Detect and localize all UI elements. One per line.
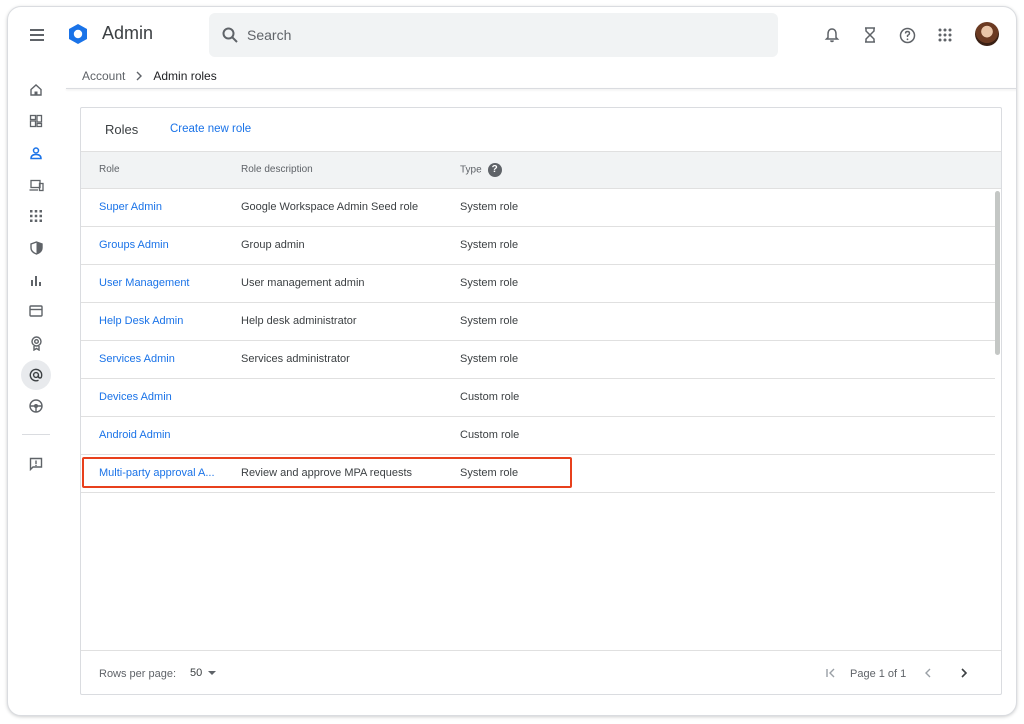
left-rail: [8, 63, 64, 713]
breadcrumb: Account Admin roles: [82, 69, 217, 83]
role-name-link[interactable]: Groups Admin: [99, 239, 169, 251]
header-type: Type?: [460, 163, 502, 177]
notifications-icon[interactable]: [821, 24, 843, 46]
role-name-link[interactable]: Multi-party approval A...: [99, 467, 215, 479]
rail-divider: [22, 434, 50, 435]
page-indicator: Page 1 of 1: [850, 668, 907, 680]
rows-per-page-select[interactable]: 50: [190, 667, 217, 679]
rows-per-page-value: 50: [190, 667, 203, 679]
role-description: Google Workspace Admin Seed role: [241, 201, 419, 213]
first-page-icon[interactable]: [822, 664, 840, 682]
role-type: System role: [460, 239, 519, 251]
search-bar[interactable]: [209, 13, 778, 57]
card-title: Roles: [105, 122, 139, 137]
create-new-role-link[interactable]: Create new role: [170, 123, 251, 135]
breadcrumb-divider: [66, 88, 1016, 89]
security-icon[interactable]: [22, 234, 50, 262]
role-type: Custom role: [460, 429, 520, 441]
avatar[interactable]: [975, 22, 999, 46]
breadcrumb-current: Admin roles: [153, 69, 217, 83]
role-name-link[interactable]: Super Admin: [99, 201, 162, 213]
apps-icon[interactable]: [22, 202, 50, 230]
main-menu-icon[interactable]: [28, 25, 48, 45]
role-name-link[interactable]: Help Desk Admin: [99, 315, 183, 327]
chevron-right-icon: [136, 71, 143, 81]
table-row[interactable]: Groups Admin Group admin System role: [81, 227, 995, 265]
help-icon[interactable]: [896, 24, 918, 46]
role-type: Custom role: [460, 391, 520, 403]
table-row[interactable]: Super Admin Google Workspace Admin Seed …: [81, 189, 995, 227]
table-row[interactable]: Devices Admin Custom role: [81, 379, 995, 417]
role-description: Review and approve MPA requests: [241, 467, 412, 479]
devices-icon[interactable]: [22, 171, 50, 199]
table-row-highlighted[interactable]: Multi-party approval A... Review and app…: [81, 455, 995, 493]
caret-down-icon: [208, 671, 217, 675]
type-help-icon[interactable]: ?: [487, 163, 502, 177]
role-name-link[interactable]: Android Admin: [99, 429, 171, 441]
top-bar: Admin: [8, 7, 1016, 63]
table-row[interactable]: Services Admin Services administrator Sy…: [81, 341, 995, 379]
table-footer: Rows per page: 50 Page 1 of 1: [81, 650, 1001, 694]
role-description: Group admin: [241, 239, 305, 251]
storage-icon[interactable]: [22, 392, 50, 420]
directory-icon[interactable]: [22, 139, 50, 167]
table-row[interactable]: Help Desk Admin Help desk administrator …: [81, 303, 995, 341]
hourglass-icon[interactable]: [859, 24, 881, 46]
table-row[interactable]: User Management User management admin Sy…: [81, 265, 995, 303]
role-type: System role: [460, 467, 519, 479]
header-role-description: Role description: [241, 164, 313, 175]
breadcrumb-account[interactable]: Account: [82, 69, 125, 83]
header-role[interactable]: Role: [99, 164, 120, 175]
role-name-link[interactable]: Devices Admin: [99, 391, 172, 403]
app-title: Admin: [102, 23, 154, 43]
table-row[interactable]: Android Admin Custom role: [81, 417, 995, 455]
table-scrollbar[interactable]: [995, 189, 1001, 649]
role-description: Help desk administrator: [241, 315, 357, 327]
roles-table-body: Super Admin Google Workspace Admin Seed …: [81, 189, 995, 493]
feedback-icon[interactable]: [22, 450, 50, 478]
reporting-icon[interactable]: [22, 266, 50, 294]
role-name-link[interactable]: Services Admin: [99, 353, 175, 365]
search-icon: [222, 27, 238, 43]
search-input[interactable]: [247, 23, 747, 47]
home-icon[interactable]: [22, 76, 50, 104]
header-type-label: Type: [460, 164, 482, 176]
card-header: Roles Create new role: [81, 108, 1001, 151]
role-type: System role: [460, 277, 519, 289]
table-header: Role Role description Type?: [81, 151, 1001, 189]
next-page-icon[interactable]: [955, 664, 973, 682]
rows-per-page-label: Rows per page:: [99, 668, 177, 680]
admin-logo-icon: [69, 24, 87, 44]
apps-grid-icon[interactable]: [934, 24, 956, 46]
role-type: System role: [460, 353, 519, 365]
billing-icon[interactable]: [22, 297, 50, 325]
scrollbar-thumb[interactable]: [995, 191, 1000, 355]
role-description: User management admin: [241, 277, 365, 289]
account-icon[interactable]: [22, 329, 50, 357]
roles-card: Roles Create new role Role Role descript…: [80, 107, 1002, 695]
role-type: System role: [460, 201, 519, 213]
role-description: Services administrator: [241, 353, 350, 365]
admin-console-window: Admin Search Account Admin roles Roles C…: [7, 6, 1017, 716]
rules-icon[interactable]: [21, 360, 51, 390]
role-name-link[interactable]: User Management: [99, 277, 190, 289]
dashboard-icon[interactable]: [22, 107, 50, 135]
previous-page-icon[interactable]: [919, 664, 937, 682]
role-type: System role: [460, 315, 519, 327]
